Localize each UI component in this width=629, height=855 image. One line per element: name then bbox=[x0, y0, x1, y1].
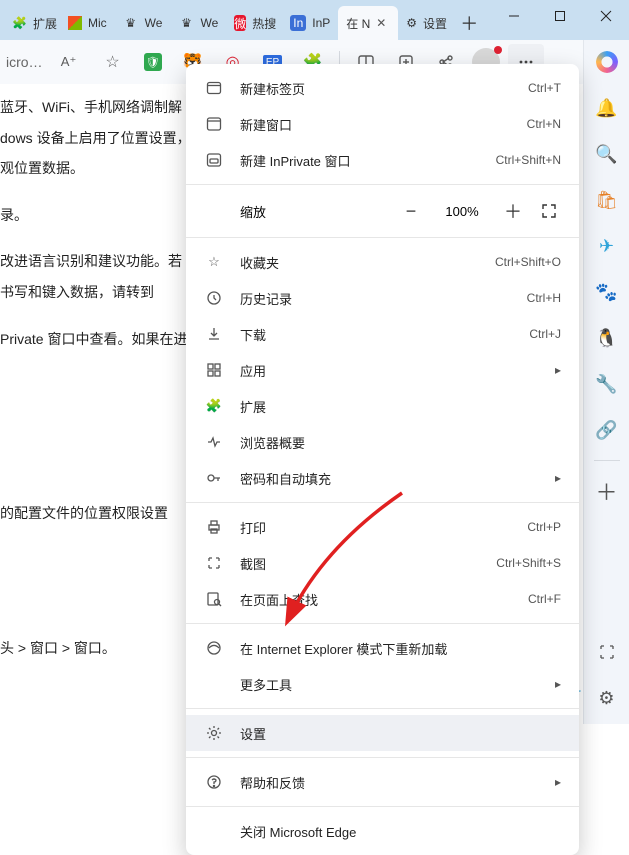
menu-help[interactable]: 帮助和反馈 ▸ bbox=[186, 764, 579, 800]
screenshot-icon bbox=[204, 553, 224, 573]
menu-new-window[interactable]: 新建窗口 Ctrl+N bbox=[186, 106, 579, 142]
menu-favorites[interactable]: ☆ 收藏夹 Ctrl+Shift+O bbox=[186, 244, 579, 280]
menu-browser-essentials[interactable]: 浏览器概要 bbox=[186, 424, 579, 460]
menu-separator bbox=[186, 237, 579, 238]
inprivate-icon bbox=[204, 150, 224, 170]
fullscreen-button[interactable] bbox=[537, 199, 561, 223]
chevron-right-icon: ▸ bbox=[555, 471, 561, 485]
sidebar-settings-icon[interactable]: ⚙ bbox=[591, 682, 623, 714]
tab-active[interactable]: 在 N✕ bbox=[338, 6, 398, 40]
app-menu: 新建标签页 Ctrl+T 新建窗口 Ctrl+N 新建 InPrivate 窗口… bbox=[186, 64, 579, 855]
baidu-icon[interactable]: 🐾 bbox=[591, 276, 623, 308]
link-icon[interactable]: 🔗 bbox=[591, 414, 623, 446]
ext-shield-icon[interactable]: 🛡 bbox=[135, 44, 171, 80]
tab-settings[interactable]: ⚙设置 bbox=[398, 6, 454, 40]
menu-separator bbox=[186, 623, 579, 624]
menu-separator bbox=[186, 502, 579, 503]
minimize-button[interactable] bbox=[491, 0, 537, 32]
menu-separator bbox=[186, 708, 579, 709]
menu-more-tools[interactable]: 更多工具 ▸ bbox=[186, 666, 579, 702]
crown-icon: ♛ bbox=[123, 15, 139, 31]
maximize-button[interactable] bbox=[537, 0, 583, 32]
menu-ie-mode[interactable]: 在 Internet Explorer 模式下重新加载 bbox=[186, 630, 579, 666]
menu-apps[interactable]: 应用 ▸ bbox=[186, 352, 579, 388]
close-window-button[interactable] bbox=[583, 0, 629, 32]
star-icon: ☆ bbox=[204, 252, 224, 272]
key-icon bbox=[204, 468, 224, 488]
menu-separator bbox=[186, 184, 579, 185]
tab-microsoft[interactable]: Mic bbox=[60, 6, 115, 40]
new-window-icon bbox=[204, 114, 224, 134]
ie-icon bbox=[204, 638, 224, 658]
sidebar-screenshot-icon[interactable] bbox=[591, 636, 623, 668]
puzzle-icon: 🧩 bbox=[12, 15, 27, 31]
tab-we-2[interactable]: ♛We bbox=[170, 6, 226, 40]
menu-history[interactable]: 历史记录 Ctrl+H bbox=[186, 280, 579, 316]
close-icon[interactable]: ✕ bbox=[376, 16, 390, 30]
tool-icon[interactable]: 🔧 bbox=[591, 368, 623, 400]
gear-icon: ⚙ bbox=[406, 15, 417, 31]
zoom-label: 缩放 bbox=[204, 202, 399, 221]
history-icon bbox=[204, 288, 224, 308]
help-icon bbox=[204, 772, 224, 792]
menu-passwords[interactable]: 密码和自动填充 ▸ bbox=[186, 460, 579, 496]
menu-close-edge[interactable]: 关闭 Microsoft Edge bbox=[186, 813, 579, 849]
menu-find[interactable]: 在页面上查找 Ctrl+F bbox=[186, 581, 579, 617]
ms-icon bbox=[68, 16, 82, 30]
find-icon bbox=[204, 589, 224, 609]
shopping-icon[interactable]: 🛍 bbox=[591, 184, 623, 216]
menu-downloads[interactable]: 下载 Ctrl+J bbox=[186, 316, 579, 352]
tab-extensions[interactable]: 🧩扩展 bbox=[4, 6, 60, 40]
puzzle-icon: 🧩 bbox=[204, 396, 224, 416]
sidebar-separator bbox=[594, 460, 620, 461]
edge-sidebar: 🔔 🔍 🛍 ✈ 🐾 🐧 🔧 🔗 ＋ ⚙ bbox=[583, 40, 629, 724]
menu-new-tab[interactable]: 新建标签页 Ctrl+T bbox=[186, 70, 579, 106]
bell-icon[interactable]: 🔔 bbox=[591, 92, 623, 124]
titlebar: 🧩扩展 Mic ♛We ♛We 微热搜 InInP 在 N✕ ⚙设置 ＋ bbox=[0, 0, 629, 40]
inprivate-icon: In bbox=[290, 15, 306, 31]
chevron-right-icon: ▸ bbox=[555, 775, 561, 789]
reader-view-icon[interactable]: A⁺ bbox=[51, 44, 87, 80]
menu-print[interactable]: 打印 Ctrl+P bbox=[186, 509, 579, 545]
window-controls bbox=[491, 0, 629, 32]
zoom-in-button[interactable]: ＋ bbox=[501, 199, 525, 223]
copilot-icon[interactable] bbox=[591, 46, 623, 78]
print-icon bbox=[204, 517, 224, 537]
chevron-right-icon: ▸ bbox=[555, 363, 561, 377]
zoom-value: 100% bbox=[441, 204, 483, 219]
weibo-icon: 微 bbox=[234, 15, 246, 31]
favorite-star-icon[interactable]: ☆ bbox=[95, 44, 131, 80]
address-bar-fragment[interactable]: icro… A⁺ ☆ bbox=[6, 44, 131, 80]
telegram-icon[interactable]: ✈ bbox=[591, 230, 623, 262]
menu-settings[interactable]: 设置 bbox=[186, 715, 579, 751]
download-icon bbox=[204, 324, 224, 344]
menu-extensions[interactable]: 🧩 扩展 bbox=[186, 388, 579, 424]
sidebar-add-button[interactable]: ＋ bbox=[591, 475, 623, 507]
qq-icon[interactable]: 🐧 bbox=[591, 322, 623, 354]
tab-inprivate[interactable]: InInP bbox=[282, 6, 338, 40]
chevron-right-icon: ▸ bbox=[555, 677, 561, 691]
apps-icon bbox=[204, 360, 224, 380]
menu-screenshot[interactable]: 截图 Ctrl+Shift+S bbox=[186, 545, 579, 581]
tab-we-1[interactable]: ♛We bbox=[115, 6, 171, 40]
search-icon[interactable]: 🔍 bbox=[591, 138, 623, 170]
menu-zoom-row: 缩放 − 100% ＋ bbox=[186, 191, 579, 231]
tab-strip: 🧩扩展 Mic ♛We ♛We 微热搜 InInP 在 N✕ ⚙设置 ＋ bbox=[0, 6, 484, 40]
new-tab-button[interactable]: ＋ bbox=[454, 8, 484, 38]
menu-separator bbox=[186, 757, 579, 758]
crown-icon: ♛ bbox=[178, 15, 194, 31]
menu-separator bbox=[186, 806, 579, 807]
zoom-out-button[interactable]: − bbox=[399, 199, 423, 223]
tab-weibo[interactable]: 微热搜 bbox=[226, 6, 282, 40]
gear-icon bbox=[204, 723, 224, 743]
pulse-icon bbox=[204, 432, 224, 452]
menu-new-inprivate[interactable]: 新建 InPrivate 窗口 Ctrl+Shift+N bbox=[186, 142, 579, 178]
new-tab-icon bbox=[204, 78, 224, 98]
